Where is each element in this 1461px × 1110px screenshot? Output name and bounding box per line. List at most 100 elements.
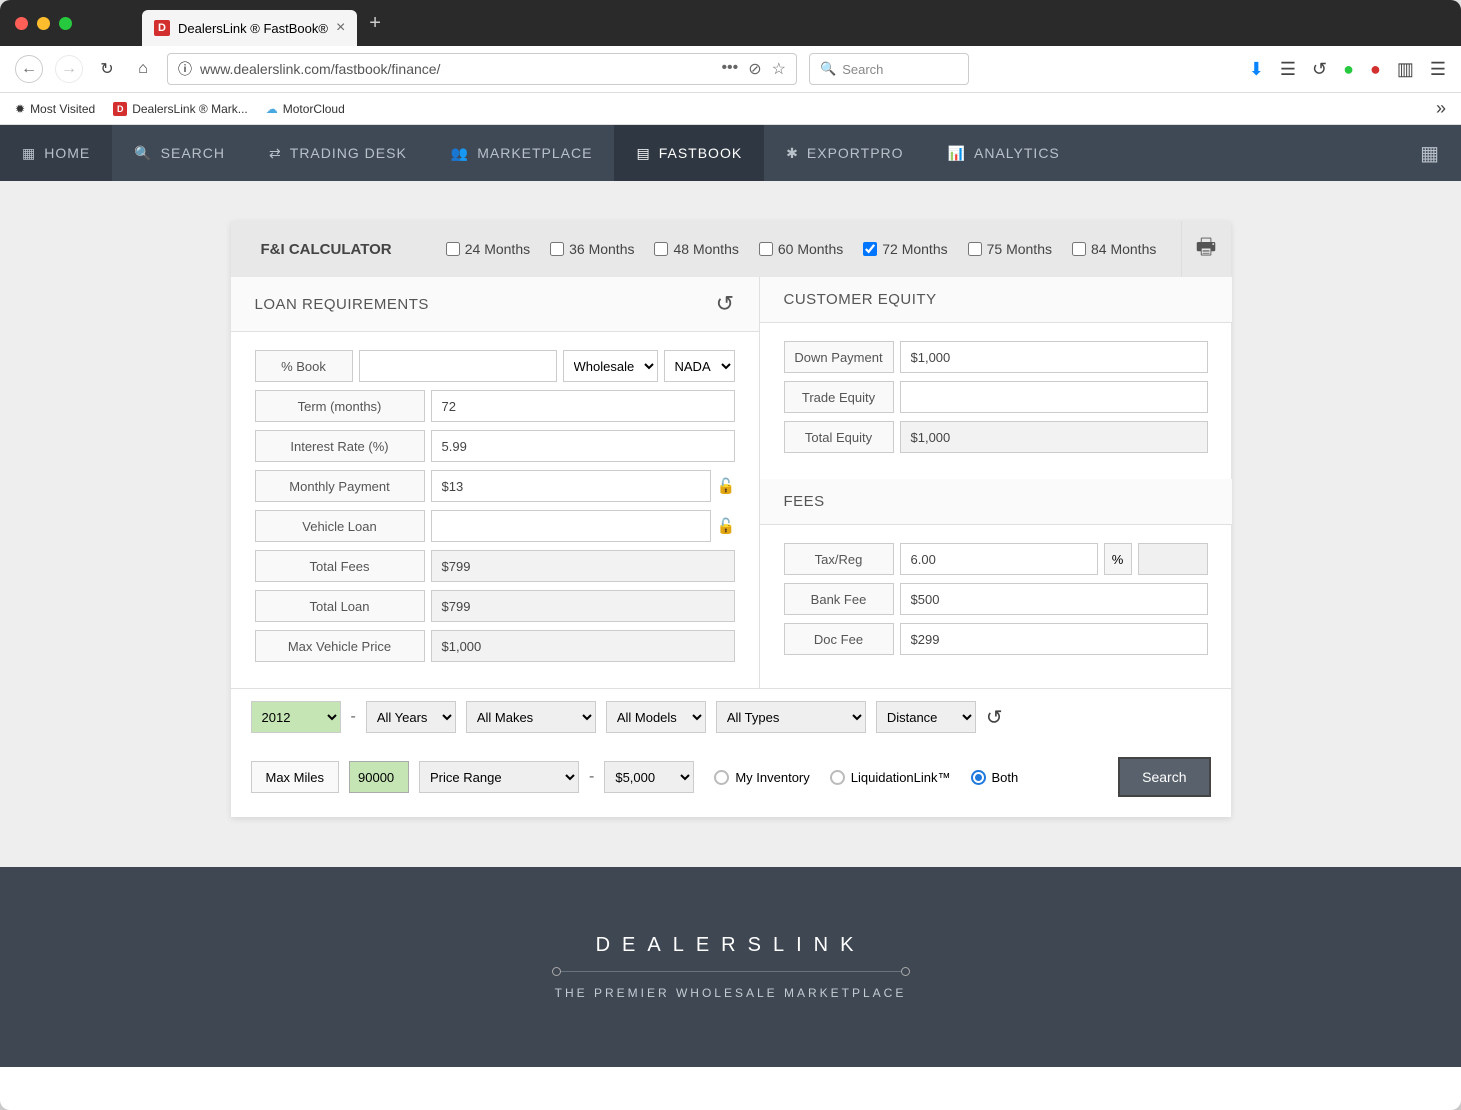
tax-amount-box bbox=[1138, 543, 1208, 575]
new-tab-button[interactable]: + bbox=[369, 12, 381, 35]
price-range-to-select[interactable]: $5,000 bbox=[604, 761, 694, 793]
wholesale-select[interactable]: Wholesale bbox=[563, 350, 658, 382]
pct-book-input[interactable] bbox=[359, 350, 557, 382]
models-select[interactable]: All Models bbox=[606, 701, 706, 733]
doc-fee-label: Doc Fee bbox=[784, 623, 894, 655]
bookmark-most-visited[interactable]: ✹Most Visited bbox=[15, 102, 95, 116]
back-button[interactable]: ← bbox=[15, 55, 43, 83]
monthly-input[interactable] bbox=[431, 470, 711, 502]
downloads-icon[interactable]: ⬇ bbox=[1249, 59, 1264, 80]
exportpro-icon: ✱ bbox=[786, 145, 799, 162]
vehicle-loan-input[interactable] bbox=[431, 510, 711, 542]
window-maximize-button[interactable] bbox=[59, 17, 72, 30]
pinterest-icon[interactable]: ● bbox=[1370, 59, 1381, 80]
window-minimize-button[interactable] bbox=[37, 17, 50, 30]
footer-divider bbox=[556, 971, 906, 972]
reset-loan-button[interactable]: ↺ bbox=[716, 291, 735, 317]
forward-button[interactable]: → bbox=[55, 55, 83, 83]
year-from-select[interactable]: 2012 bbox=[251, 701, 341, 733]
bank-fee-label: Bank Fee bbox=[784, 583, 894, 615]
nav-home[interactable]: ▦HOME bbox=[0, 125, 112, 181]
doc-fee-input[interactable] bbox=[900, 623, 1208, 655]
bookmark-dealerslink[interactable]: DDealersLink ® Mark... bbox=[113, 102, 248, 116]
total-fees-value: $799 bbox=[431, 550, 735, 582]
page-footer: DEALERSLINK THE PREMIER WHOLESALE MARKET… bbox=[0, 867, 1461, 1067]
pct-book-label: % Book bbox=[255, 350, 353, 382]
url-text: www.dealerslink.com/fastbook/finance/ bbox=[200, 61, 713, 77]
total-equity-value: $1,000 bbox=[900, 421, 1208, 453]
trade-equity-input[interactable] bbox=[900, 381, 1208, 413]
print-button[interactable]: 🖶 bbox=[1181, 221, 1231, 277]
lock-monthly-icon[interactable]: 🔓 bbox=[717, 477, 735, 495]
browser-titlebar: D DealersLink ® FastBook® × + bbox=[0, 0, 1461, 46]
home-icon: ▦ bbox=[22, 145, 36, 162]
info-icon[interactable]: ⓘ bbox=[178, 59, 192, 79]
price-range-from-select[interactable]: Price Range bbox=[419, 761, 579, 793]
url-input[interactable]: ⓘ www.dealerslink.com/fastbook/finance/ … bbox=[167, 53, 797, 85]
nav-trading-desk[interactable]: ⇄TRADING DESK bbox=[247, 125, 429, 181]
analytics-icon: 📊 bbox=[948, 145, 966, 162]
window-close-button[interactable] bbox=[15, 17, 28, 30]
bookmark-star-icon[interactable]: ☆ bbox=[772, 59, 786, 79]
total-equity-label: Total Equity bbox=[784, 421, 894, 453]
month-option-84[interactable]: 84 Months bbox=[1072, 241, 1156, 257]
makes-select[interactable]: All Makes bbox=[466, 701, 596, 733]
nav-marketplace[interactable]: 👥MARKETPLACE bbox=[429, 125, 615, 181]
types-select[interactable]: All Types bbox=[716, 701, 866, 733]
reload-button[interactable]: ↻ bbox=[95, 57, 119, 81]
source-select[interactable]: NADA bbox=[664, 350, 735, 382]
search-filters: Max Miles 90000 Price Range - $5,000 My … bbox=[231, 745, 1231, 817]
nav-fastbook[interactable]: ▤FASTBOOK bbox=[614, 125, 764, 181]
nav-search[interactable]: 🔍SEARCH bbox=[112, 125, 247, 181]
extension-icon-1[interactable]: ● bbox=[1343, 59, 1354, 80]
radio-my-inventory[interactable]: My Inventory bbox=[714, 770, 809, 785]
reset-filters-button[interactable]: ↺ bbox=[986, 705, 1003, 730]
search-placeholder: Search bbox=[842, 62, 883, 77]
search-button[interactable]: Search bbox=[1118, 757, 1210, 797]
shield-icon[interactable]: ⊘ bbox=[748, 59, 761, 79]
bookmark-overflow-icon[interactable]: » bbox=[1436, 98, 1446, 119]
vehicle-loan-label: Vehicle Loan bbox=[255, 510, 425, 542]
down-payment-input[interactable] bbox=[900, 341, 1208, 373]
fi-calculator: F&I CALCULATOR 24 Months 36 Months 48 Mo… bbox=[231, 221, 1231, 817]
month-option-48[interactable]: 48 Months bbox=[654, 241, 738, 257]
bookmark-motorcloud[interactable]: ☁MotorCloud bbox=[266, 102, 345, 116]
library-icon[interactable]: ☰ bbox=[1280, 59, 1296, 80]
year-to-select[interactable]: All Years bbox=[366, 701, 456, 733]
browser-search-input[interactable]: 🔍 Search bbox=[809, 53, 969, 85]
content-area: F&I CALCULATOR 24 Months 36 Months 48 Mo… bbox=[0, 181, 1461, 867]
nav-exportpro[interactable]: ✱EXPORTPRO bbox=[764, 125, 925, 181]
rate-label: Interest Rate (%) bbox=[255, 430, 425, 462]
max-miles-input[interactable]: 90000 bbox=[349, 761, 409, 793]
tab-title: DealersLink ® FastBook® bbox=[178, 21, 328, 36]
calculator-title: F&I CALCULATOR bbox=[231, 241, 422, 258]
sidebar-icon[interactable]: ▥ bbox=[1397, 59, 1414, 80]
trade-label: Trade Equity bbox=[784, 381, 894, 413]
fees-header: FEES bbox=[760, 479, 1232, 525]
max-price-label: Max Vehicle Price bbox=[255, 630, 425, 662]
tab-close-icon[interactable]: × bbox=[336, 19, 345, 37]
rate-input[interactable] bbox=[431, 430, 735, 462]
menu-icon[interactable]: ☰ bbox=[1430, 59, 1446, 80]
bank-fee-input[interactable] bbox=[900, 583, 1208, 615]
months-options: 24 Months 36 Months 48 Months 60 Months … bbox=[422, 241, 1181, 257]
nav-apps-grid-icon[interactable]: ▦ bbox=[1398, 125, 1461, 181]
nav-analytics[interactable]: 📊ANALYTICS bbox=[926, 125, 1082, 181]
month-option-72[interactable]: 72 Months bbox=[863, 241, 947, 257]
more-icon[interactable]: ••• bbox=[721, 59, 738, 79]
month-option-75[interactable]: 75 Months bbox=[968, 241, 1052, 257]
radio-icon bbox=[830, 770, 845, 785]
home-button[interactable]: ⌂ bbox=[131, 57, 155, 81]
sync-icon[interactable]: ↺ bbox=[1312, 59, 1327, 80]
month-option-24[interactable]: 24 Months bbox=[446, 241, 530, 257]
browser-tab[interactable]: D DealersLink ® FastBook® × bbox=[142, 10, 357, 46]
radio-both[interactable]: Both bbox=[971, 770, 1019, 785]
tax-input[interactable] bbox=[900, 543, 1098, 575]
term-input[interactable] bbox=[431, 390, 735, 422]
month-option-36[interactable]: 36 Months bbox=[550, 241, 634, 257]
radio-liquidation[interactable]: LiquidationLink™ bbox=[830, 770, 951, 785]
month-option-60[interactable]: 60 Months bbox=[759, 241, 843, 257]
lock-vehicle-icon[interactable]: 🔓 bbox=[717, 517, 735, 535]
pct-label: % bbox=[1104, 543, 1132, 575]
distance-select[interactable]: Distance bbox=[876, 701, 976, 733]
